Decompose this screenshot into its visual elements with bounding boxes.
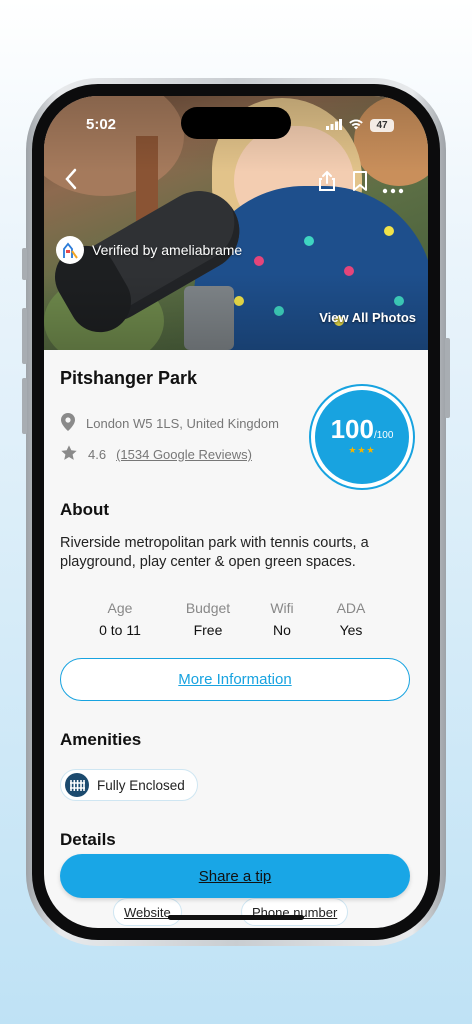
stat-label: Wifi [270,600,294,616]
volume-down-button [22,378,27,434]
score-max: /100 [373,430,394,441]
park-title: Pitshanger Park [60,368,198,388]
stat-label: ADA [336,600,366,616]
share-a-tip-button[interactable]: Share a tip [60,854,410,898]
share-button[interactable] [318,170,336,196]
amenities-heading: Amenities [60,730,142,749]
back-button[interactable] [64,168,78,194]
action-button [22,248,27,280]
status-time: 5:02 [86,116,117,133]
amenity-chip-fully-enclosed[interactable]: Fully Enclosed [60,769,198,801]
stat-value: 0 to 11 [99,622,141,638]
cellular-icon [326,117,342,134]
share-icon [319,170,335,191]
google-reviews-link[interactable]: (1534 Google Reviews) [116,447,252,462]
location-pin-icon [60,412,76,435]
stat-value: Free [193,622,223,638]
stats-row: Age 0 to 11 Budget Free Wifi No ADA Yes [84,600,398,638]
stat-value: No [273,622,291,638]
more-information-button[interactable]: More Information [60,658,410,701]
wifi-icon [348,117,364,134]
hero-photo[interactable]: 5:02 47 Verified by ameliabrame View All… [44,96,428,350]
ellipsis-icon [382,188,404,194]
playground-icon [56,236,84,264]
star-icon [60,444,78,465]
volume-up-button [22,308,27,364]
side-button [445,338,450,418]
about-text: Riverside metropolitan park with tennis … [60,535,369,570]
score-stars: ★★★ [348,445,376,455]
view-all-photos-link[interactable]: View All Photos [319,310,416,325]
fence-icon [65,773,89,797]
verified-badge[interactable]: Verified by ameliabrame [56,236,242,264]
address-row[interactable]: London W5 1LS, United Kingdom [60,412,279,435]
stat-value: Yes [339,622,363,638]
stat-budget: Budget Free [156,600,260,638]
amenity-label: Fully Enclosed [97,777,185,793]
rating-value: 4.6 [88,447,107,462]
score-value: 100 [330,414,374,444]
app-screen: 5:02 47 Verified by ameliabrame View All… [44,96,428,928]
website-link[interactable]: Website [113,898,182,926]
score-badge: 100/100 ★★★ [315,390,409,484]
address-text: London W5 1LS, United Kingdom [86,416,279,431]
details-heading: Details [60,830,116,849]
stat-age: Age 0 to 11 [84,600,156,638]
battery-icon: 47 [370,119,394,132]
about-heading: About [60,500,110,519]
chevron-left-icon [65,168,77,190]
phone-number-link[interactable]: Phone number [241,898,349,926]
phone-frame: 5:02 47 Verified by ameliabrame View All… [22,78,450,946]
status-bar: 5:02 47 [44,114,428,136]
bookmark-icon [353,171,367,191]
rating-row: 4.6 (1534 Google Reviews) [60,444,252,465]
stat-ada: ADA Yes [304,600,398,638]
home-indicator[interactable] [168,915,304,920]
stat-wifi: Wifi No [260,600,304,638]
verified-text: Verified by ameliabrame [92,242,243,258]
more-options-button[interactable] [382,176,404,198]
stat-label: Budget [185,600,231,616]
bookmark-button[interactable] [352,170,368,196]
stat-label: Age [107,600,133,616]
